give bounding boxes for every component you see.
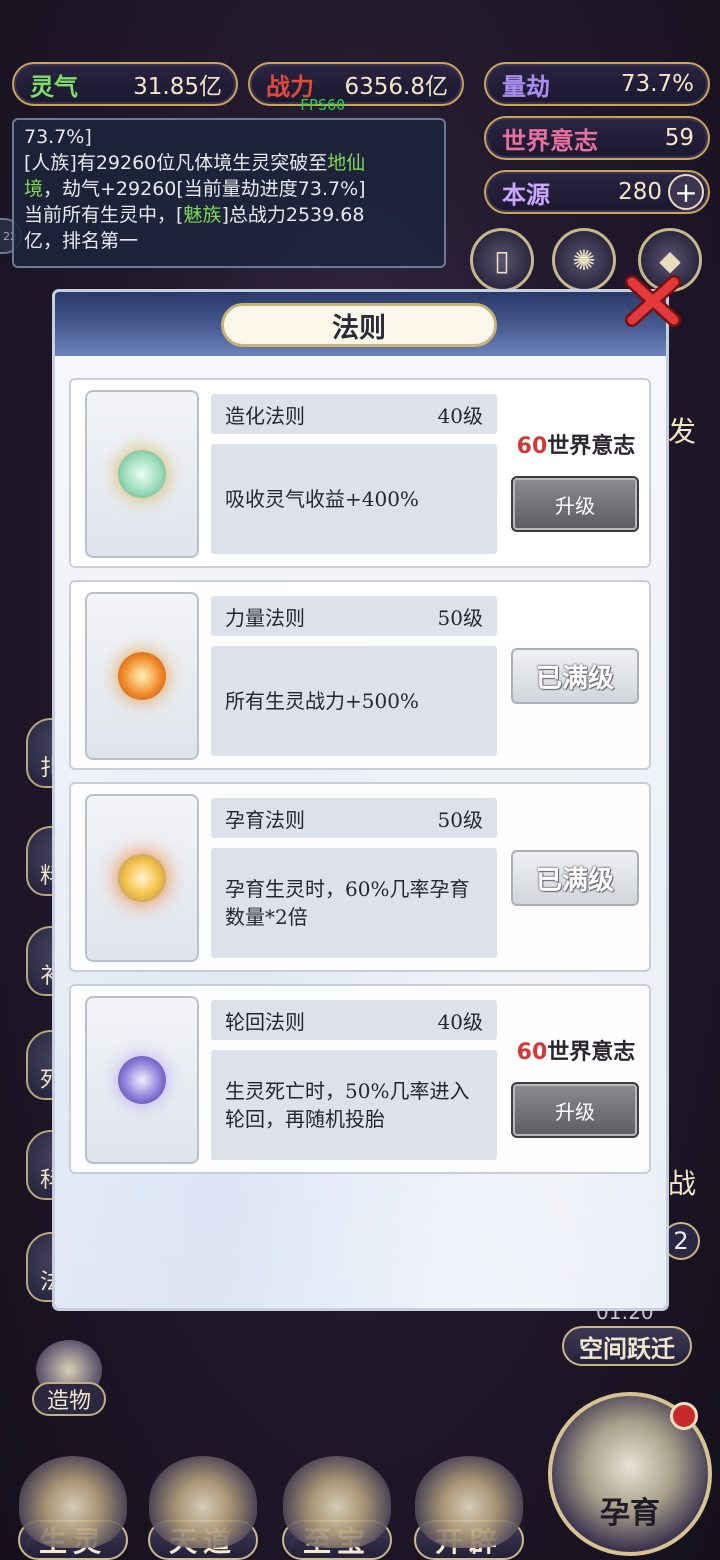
benyuan-stat: 本源 280 + [484,170,710,214]
law-name-bar: 力量法则 50级 [211,596,497,636]
right-side-label-top[interactable]: 发 [668,410,696,450]
liangjie-stat: 量劫 73.7% [484,62,710,106]
law-desc: 生灵死亡时，50%几率进入轮回，再随机投胎 [211,1050,497,1160]
law-art-icon [85,390,199,558]
right-side-label-mid[interactable]: 战 [668,1162,696,1202]
upgrade-button[interactable]: 升级 [511,476,639,532]
modal-header: 法则 [55,292,666,356]
create-label: 造物 [32,1382,106,1416]
max-level-button[interactable]: 已满级 [511,648,639,704]
close-icon[interactable] [622,270,684,332]
benyuan-label: 本源 [502,179,550,209]
log-line: 73.7%] [24,126,92,148]
event-log: 73.7%] [人族]有29260位凡体境生灵突破至地仙 境，劫气+29260[… [12,118,446,268]
law-desc: 吸收灵气收益+400% [211,444,497,554]
law-card: 轮回法则 40级 生灵死亡时，50%几率进入轮回，再随机投胎 60世界意志 升级 [69,984,651,1174]
orb-icon [118,450,166,498]
log-line: [人族]有29260位凡体境生灵突破至地仙 [24,152,366,174]
upgrade-button[interactable]: 升级 [511,1082,639,1138]
law-level: 50级 [437,605,483,630]
cloud-swirl-icon [149,1456,257,1548]
law-desc: 所有生灵战力+500% [211,646,497,756]
max-level-button[interactable]: 已满级 [511,850,639,906]
cost-amount: 60 [516,1040,548,1065]
benyuan-value: 280 [618,179,662,205]
log-line: 境，劫气+29260[当前量劫进度73.7%] [24,178,366,200]
law-name: 孕育法则 [225,807,305,832]
orb-icon [118,1056,166,1104]
create-button[interactable]: 造物 [28,1326,110,1416]
law-name: 轮回法则 [225,1009,305,1034]
law-level: 40级 [437,1009,483,1034]
upgrade-cost: 60世界意志 [509,1034,643,1066]
scroll-icon[interactable]: ▯ [470,228,534,292]
lingqi-label: 灵气 [30,71,78,101]
log-line: 亿，排名第一 [24,230,139,252]
law-name-bar: 孕育法则 50级 [211,798,497,838]
law-name-bar: 造化法则 40级 [211,394,497,434]
cost-unit: 世界意志 [547,1039,636,1065]
count-badge: 2 [662,1222,700,1260]
world-will-value: 59 [664,125,694,151]
law-desc: 孕育生灵时，60%几率孕育数量*2倍 [211,848,497,958]
orb-icon [118,652,166,700]
add-benyuan-button[interactable]: + [668,174,704,210]
law-art-icon [85,996,199,1164]
laws-modal: 法则 造化法则 40级 吸收灵气收益+400% 60世界意志 升级 力量法则 5… [55,292,666,1308]
nav-kaipi[interactable]: 开辟 [410,1436,528,1560]
law-art-icon [85,592,199,760]
wheel-icon[interactable]: ✺ [552,228,616,292]
phoenix-icon [19,1456,127,1548]
world-will-stat: 世界意志 59 [484,116,710,160]
law-card: 力量法则 50级 所有生灵战力+500% 已满级 [69,580,651,770]
sword-icon [415,1456,523,1548]
orb-icon [118,854,166,902]
upgrade-cost: 60世界意志 [509,428,643,460]
cost-unit: 世界意志 [547,433,636,459]
lingqi-value: 31.85亿 [133,74,222,100]
nav-shengling[interactable]: 生灵 [14,1436,132,1560]
nav-zhibao[interactable]: 至宝 [278,1436,396,1560]
zhanli-value: 6356.8亿 [344,74,448,100]
liangjie-label: 量劫 [502,71,550,101]
law-card: 造化法则 40级 吸收灵气收益+400% 60世界意志 升级 [69,378,651,568]
liangjie-value: 73.7% [620,71,694,97]
law-art-icon [85,794,199,962]
modal-title: 法则 [221,303,497,347]
treasure-icon [283,1456,391,1548]
log-line: 当前所有生灵中，[魅族]总战力2539.68 [24,204,365,226]
law-level: 50级 [437,807,483,832]
world-will-label: 世界意志 [502,125,598,155]
fps-counter: FPS60 [300,96,346,114]
lingqi-stat: 灵气 31.85亿 [12,62,238,106]
law-name: 造化法则 [225,403,305,428]
zhanli-stat: 战力 6356.8亿 [248,62,464,106]
law-level: 40级 [437,403,483,428]
cost-amount: 60 [516,434,548,459]
law-card: 孕育法则 50级 孕育生灵时，60%几率孕育数量*2倍 已满级 [69,782,651,972]
notification-dot [670,1402,698,1430]
nav-tiandao[interactable]: 天道 [144,1436,262,1560]
law-name-bar: 轮回法则 40级 [211,1000,497,1040]
law-name: 力量法则 [225,605,305,630]
space-jump-button[interactable]: 空间跃迁 [562,1326,692,1366]
